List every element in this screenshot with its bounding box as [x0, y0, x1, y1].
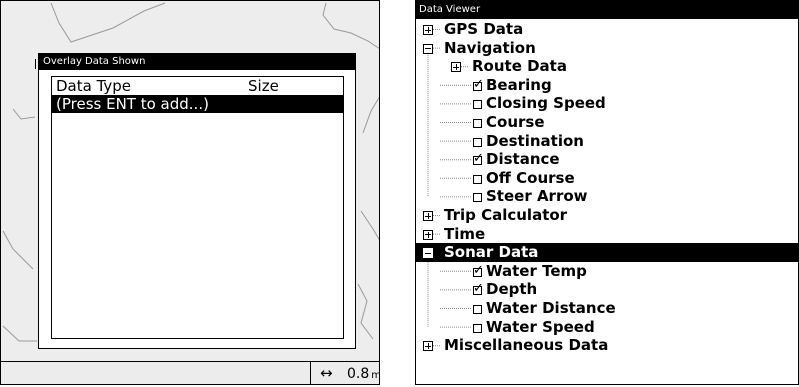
checked-checkbox-icon[interactable]: ✓: [473, 78, 484, 91]
tree-item-water-temp[interactable]: ✓ Water Temp: [416, 262, 798, 281]
tree-item-label: Bearing: [486, 75, 552, 94]
tree-item-label: Water Speed: [486, 317, 595, 336]
tree-item-water-speed[interactable]: Water Speed: [416, 318, 798, 337]
expand-icon[interactable]: [451, 62, 461, 73]
collapse-icon[interactable]: [423, 248, 433, 259]
tree-item-navigation[interactable]: Navigation: [416, 39, 798, 58]
tree-item-steer-arrow[interactable]: Steer Arrow: [416, 187, 798, 206]
checked-checkbox-icon[interactable]: ✓: [473, 152, 484, 166]
tree-item-label: Time: [444, 224, 486, 243]
unchecked-checkbox-icon[interactable]: [473, 100, 482, 110]
distance-unit: mi: [371, 370, 379, 381]
dialog-title: Overlay Data Shown: [39, 54, 355, 70]
unchecked-checkbox-icon[interactable]: [473, 119, 482, 128]
tree-item-label: Distance: [486, 150, 560, 169]
checkmark-icon: ✓: [473, 151, 484, 167]
expand-icon[interactable]: [423, 211, 433, 221]
checked-checkbox-icon[interactable]: ✓: [473, 282, 484, 296]
tree-item-label: Closing Speed: [486, 94, 606, 113]
unchecked-checkbox-icon[interactable]: [473, 174, 482, 184]
tree-item-sonar-data[interactable]: Sonar Data: [416, 243, 798, 263]
distance-readout: ↔ 0.8mi: [310, 362, 379, 384]
tree-item-label: Miscellaneous Data: [444, 336, 609, 355]
tree-item-destination[interactable]: Destination: [416, 132, 798, 151]
tree-item-label: Water Distance: [486, 299, 616, 317]
overlay-data-dialog: Overlay Data Shown Data Type Size (Press…: [38, 53, 356, 349]
tree-item-miscellaneous-data[interactable]: Miscellaneous Data: [416, 336, 798, 355]
overlay-data-list: Data Type Size (Press ENT to add...): [51, 76, 344, 339]
tree-item-label: Course: [486, 113, 545, 131]
tree-item-label: GPS Data: [444, 20, 524, 38]
column-header-size: Size: [248, 77, 279, 95]
expand-icon[interactable]: [423, 25, 433, 35]
tree-item-label: Depth: [486, 280, 538, 299]
tree-item-label: Trip Calculator: [444, 206, 568, 224]
tree-item-label: Steer Arrow: [486, 187, 588, 206]
expand-icon[interactable]: [423, 341, 433, 352]
unchecked-checkbox-icon[interactable]: [473, 305, 482, 314]
tree-item-water-distance[interactable]: Water Distance: [416, 299, 798, 318]
list-header: Data Type Size: [52, 77, 343, 95]
tree-item-gps-data[interactable]: GPS Data: [416, 20, 798, 39]
tree-item-label: Water Temp: [486, 261, 587, 280]
tree-item-trip-calculator[interactable]: Trip Calculator: [416, 206, 798, 225]
data-viewer-screen: Data Viewer GPS Data Navigation Route Data…: [415, 0, 799, 385]
unchecked-checkbox-icon[interactable]: [473, 193, 482, 203]
tree-item-bearing[interactable]: ✓ Bearing: [416, 76, 798, 95]
map-screen[interactable]: Overlay Data Shown Data Type Size (Press…: [0, 0, 380, 385]
checkmark-icon: ✓: [473, 262, 484, 278]
column-header-data-type: Data Type: [56, 77, 132, 95]
left-right-arrow-icon: ↔: [320, 364, 333, 382]
tree-item-off-course[interactable]: Off Course: [416, 169, 798, 188]
tree-item-label: Sonar Data: [444, 243, 539, 262]
checked-checkbox-icon[interactable]: ✓: [473, 264, 484, 277]
tree-item-label: Route Data: [472, 57, 567, 76]
tree-item-course[interactable]: Course: [416, 113, 798, 132]
tree-item-time[interactable]: Time: [416, 225, 798, 244]
tree-item-label: Off Course: [486, 168, 575, 187]
tree-item-label: Destination: [486, 131, 584, 150]
distance-value: 0.8: [347, 366, 370, 382]
unchecked-checkbox-icon[interactable]: [473, 323, 482, 333]
tree-item-distance[interactable]: ✓ Distance: [416, 150, 798, 169]
status-bar: ↔ 0.8mi: [1, 361, 379, 384]
tree-item-depth[interactable]: ✓ Depth: [416, 280, 798, 299]
checkmark-icon: ✓: [473, 281, 484, 297]
tree-item-label: Navigation: [444, 38, 536, 57]
checkmark-icon: ✓: [473, 76, 484, 92]
list-item-add[interactable]: (Press ENT to add...): [52, 95, 343, 113]
tree-item-closing-speed[interactable]: Closing Speed: [416, 94, 798, 113]
expand-icon[interactable]: [423, 229, 433, 240]
tree-item-route-data[interactable]: Route Data: [416, 57, 798, 76]
unchecked-checkbox-icon[interactable]: [473, 137, 482, 147]
data-tree: GPS Data Navigation Route Data ✓ Bearing Clos…: [416, 1, 798, 384]
collapse-icon[interactable]: [423, 43, 433, 54]
